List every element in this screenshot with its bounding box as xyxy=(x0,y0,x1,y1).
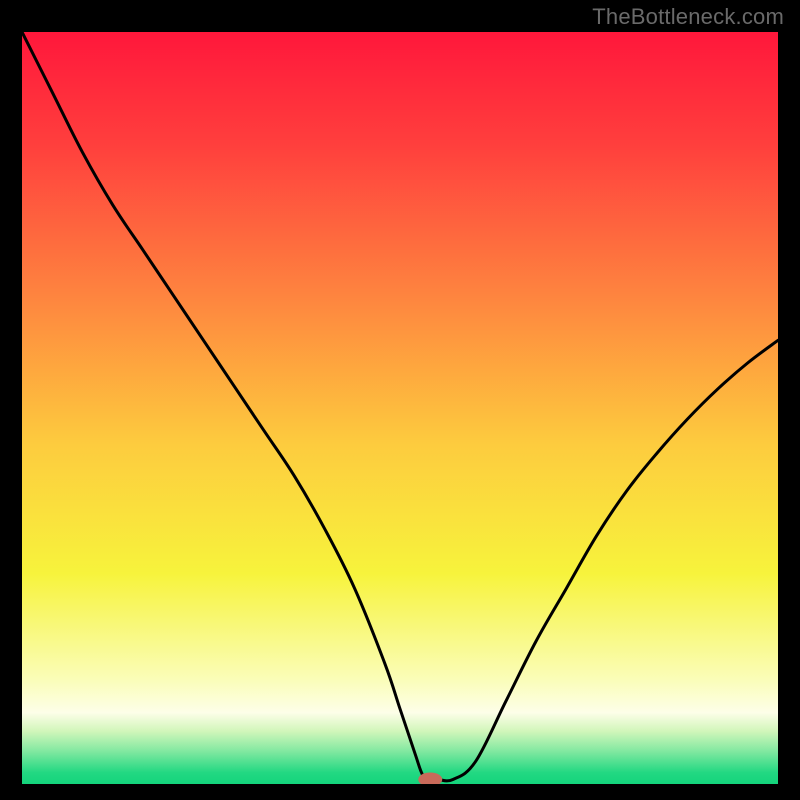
watermark-text: TheBottleneck.com xyxy=(592,4,784,30)
chart-frame: TheBottleneck.com xyxy=(0,0,800,800)
plot-area xyxy=(22,32,778,784)
gradient-background xyxy=(22,32,778,784)
bottleneck-chart xyxy=(22,32,778,784)
